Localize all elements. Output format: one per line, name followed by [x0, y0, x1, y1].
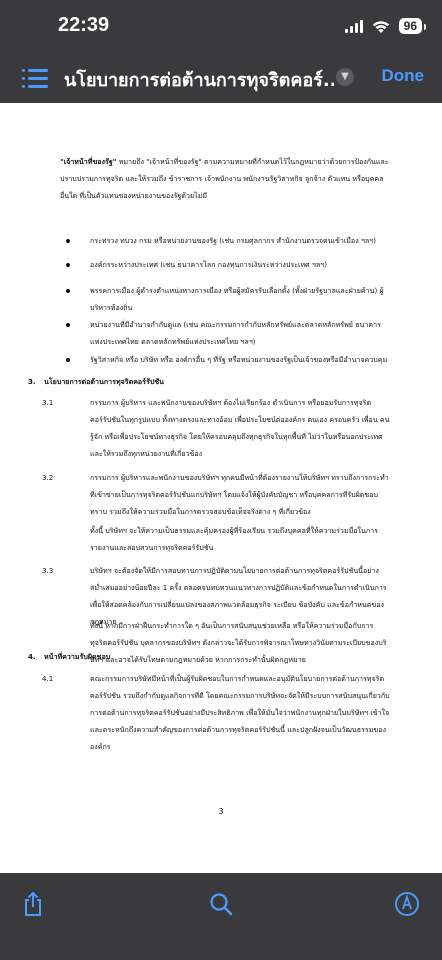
chevron-down-icon[interactable]: ▼	[336, 68, 354, 86]
bullet-dot	[66, 239, 70, 243]
item-number: 3.2	[42, 473, 54, 482]
battery-indicator: 96	[398, 18, 427, 34]
section-number: 3.	[28, 377, 36, 386]
search-icon[interactable]	[208, 891, 234, 917]
page-number: 3	[218, 807, 224, 816]
policy-paragraph: กรรมการ ผู้บริหารและพนักงานของบริษัทฯ ทุ…	[90, 473, 389, 516]
intro-term: "เจ้าหน้าที่ของรัฐ"	[60, 157, 117, 166]
status-time: 22:39	[58, 14, 110, 36]
list-icon[interactable]	[22, 68, 48, 88]
policy-paragraph: ทั้งนี้ บริษัทฯ จะให้ความเป็นธรรมและคุ้ม…	[90, 526, 378, 552]
document-title[interactable]: นโยบายการต่อต้านการทุจริตคอร์...	[64, 65, 334, 94]
bullet-dot	[66, 263, 70, 267]
wifi-icon	[372, 20, 389, 33]
section-heading: หน้าที่ความรับผิดชอบ	[44, 652, 111, 661]
status-icons: 96	[344, 18, 427, 34]
share-icon[interactable]	[20, 891, 46, 917]
bullet-item: รัฐวิสาหกิจ หรือ บริษัท หรือ องค์กรอื่น …	[90, 355, 388, 364]
item-number: 3.1	[42, 398, 54, 407]
policy-paragraph: กรรมการ ผู้บริหาร และพนักงานของบริษัทฯ ต…	[90, 398, 390, 458]
bullet-dot	[66, 289, 70, 293]
done-button[interactable]: Done	[382, 66, 425, 86]
bullet-dot	[66, 323, 70, 327]
markup-icon[interactable]	[394, 891, 420, 917]
section-number: 4.	[28, 652, 36, 661]
bullet-item: หน่วยงานที่มีอำนาจกำกับดูแล (เช่น คณะกรร…	[90, 320, 381, 346]
bullet-item: องค์กรระหว่างประเทศ (เช่น ธนาคารโลก กองท…	[90, 260, 327, 269]
status-bar: 22:39 96	[0, 0, 442, 52]
intro-paragraph: "เจ้าหน้าที่ของรัฐ" หมายถึง "เจ้าหน้าที่…	[60, 153, 390, 204]
policy-paragraph: ทั้งนี้ หากมีการฝ่าฝืนกระทำการใด ๆ อันเป…	[90, 621, 387, 664]
cellular-signal-icon	[344, 19, 363, 33]
bullet-item: พรรคการเมือง ผู้ดำรงตำแหน่งทางการเมือง ห…	[90, 286, 384, 312]
bottom-toolbar	[0, 873, 442, 960]
section-heading: นโยบายการต่อต้านการทุจริตคอร์รัปชัน	[44, 377, 164, 386]
item-number: 4.1	[42, 674, 54, 683]
navigation-bar: นโยบายการต่อต้านการทุจริตคอร์... ▼ Done	[0, 52, 442, 102]
item-number: 3.3	[42, 566, 54, 575]
document-page: "เจ้าหน้าที่ของรัฐ" หมายถึง "เจ้าหน้าที่…	[0, 103, 442, 873]
policy-paragraph: คณะกรรมการบริษัทมีหน้าที่เป็นผู้รับผิดชอ…	[90, 674, 390, 751]
bullet-dot	[66, 358, 70, 362]
bullet-item: กระทรวง ทบวง กรม หรือหน่วยงานของรัฐ (เช่…	[90, 236, 376, 245]
